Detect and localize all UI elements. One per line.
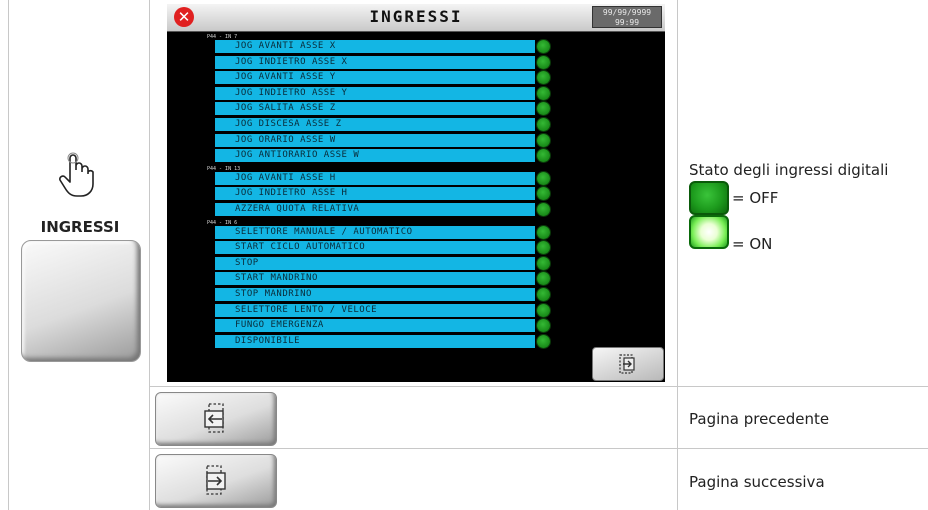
hand-pointer-icon [59, 152, 94, 197]
status-description-cell: Stato degli ingressi digitali = OFF = ON [677, 0, 928, 387]
input-status-led [537, 334, 550, 348]
prev-description-cell: Pagina precedente [677, 386, 928, 449]
input-status-led [537, 133, 550, 147]
led-on-icon [689, 215, 729, 249]
input-status-led [537, 256, 550, 270]
input-item: START CICLO AUTOMATICO [215, 241, 535, 255]
input-item: SELETTORE LENTO / VELOCE [215, 303, 535, 317]
input-status-led [537, 71, 550, 85]
input-item: JOG ANTIORARIO ASSE W [215, 149, 535, 163]
ingressi-caption: INGRESSI [40, 218, 120, 236]
input-status-led [537, 171, 550, 185]
input-item: START MANDRINO [215, 272, 535, 286]
screen-cell: ✕ INGRESSI 99/99/9999 99:99 P44 - IN 7 JO… [149, 0, 678, 387]
input-item: JOG INDIETRO ASSE H [215, 187, 535, 201]
input-status-led [537, 203, 550, 216]
input-item: JOG INDIETRO ASSE Y [215, 86, 535, 100]
input-status-led [537, 55, 550, 69]
previous-page-button[interactable] [155, 392, 277, 446]
input-item: DISPONIBILE [215, 334, 535, 348]
on-label: = ON [732, 235, 773, 253]
input-status-led [537, 86, 550, 100]
off-label: = OFF [732, 189, 779, 207]
input-item: STOP [215, 256, 535, 270]
input-status-led [537, 102, 550, 116]
prev-page-description: Pagina precedente [689, 410, 830, 428]
date-text: 99/99/9999 [602, 8, 652, 17]
input-status-led [537, 319, 550, 333]
next-page-icon [206, 465, 226, 495]
input-item: JOG AVANTI ASSE Y [215, 71, 535, 85]
input-item: JOG SALITA ASSE Z [215, 102, 535, 116]
prev-button-cell [149, 386, 678, 449]
input-status-led [537, 225, 550, 239]
screen-title-bar: ✕ INGRESSI 99/99/9999 99:99 [167, 4, 665, 32]
datetime-display: 99/99/9999 99:99 [592, 6, 662, 28]
input-status-led [537, 272, 550, 286]
input-status-led [537, 40, 550, 53]
input-item: FUNGO EMERGENZA [215, 319, 535, 333]
ingressi-button[interactable] [21, 240, 141, 362]
manual-table: INGRESSI ✕ INGRESSI 99/99/9999 99:99 P44… [8, 0, 928, 510]
screen-title: INGRESSI [369, 7, 463, 26]
previous-page-icon [204, 403, 224, 433]
next-page-description: Pagina successiva [689, 473, 825, 491]
input-item: STOP MANDRINO [215, 288, 535, 301]
input-item: JOG AVANTI ASSE X [215, 40, 535, 53]
led-off-icon [689, 181, 729, 215]
next-page-button[interactable] [155, 454, 277, 508]
input-status-led [537, 149, 550, 163]
input-status-led [537, 288, 550, 301]
input-status-led [537, 303, 550, 317]
input-item: AZZERA QUOTA RELATIVA [215, 203, 535, 216]
input-item: SELETTORE MANUALE / AUTOMATICO [215, 225, 535, 239]
time-text: 99:99 [614, 18, 640, 27]
input-item: JOG ORARIO ASSE W [215, 133, 535, 147]
next-page-icon [619, 354, 635, 374]
input-item: JOG AVANTI ASSE H [215, 171, 535, 185]
input-status-led [537, 187, 550, 201]
input-status-led [537, 241, 550, 255]
next-description-cell: Pagina successiva [677, 448, 928, 510]
input-status-led [537, 118, 550, 131]
screen-next-page-button[interactable] [592, 347, 664, 381]
left-column-cell: INGRESSI [8, 0, 150, 510]
status-description: Stato degli ingressi digitali [689, 161, 889, 179]
hmi-screen: ✕ INGRESSI 99/99/9999 99:99 P44 - IN 7 JO… [167, 4, 665, 382]
next-button-cell [149, 448, 678, 510]
input-item: JOG INDIETRO ASSE X [215, 55, 535, 69]
input-item: JOG DISCESA ASSE Z [215, 118, 535, 131]
